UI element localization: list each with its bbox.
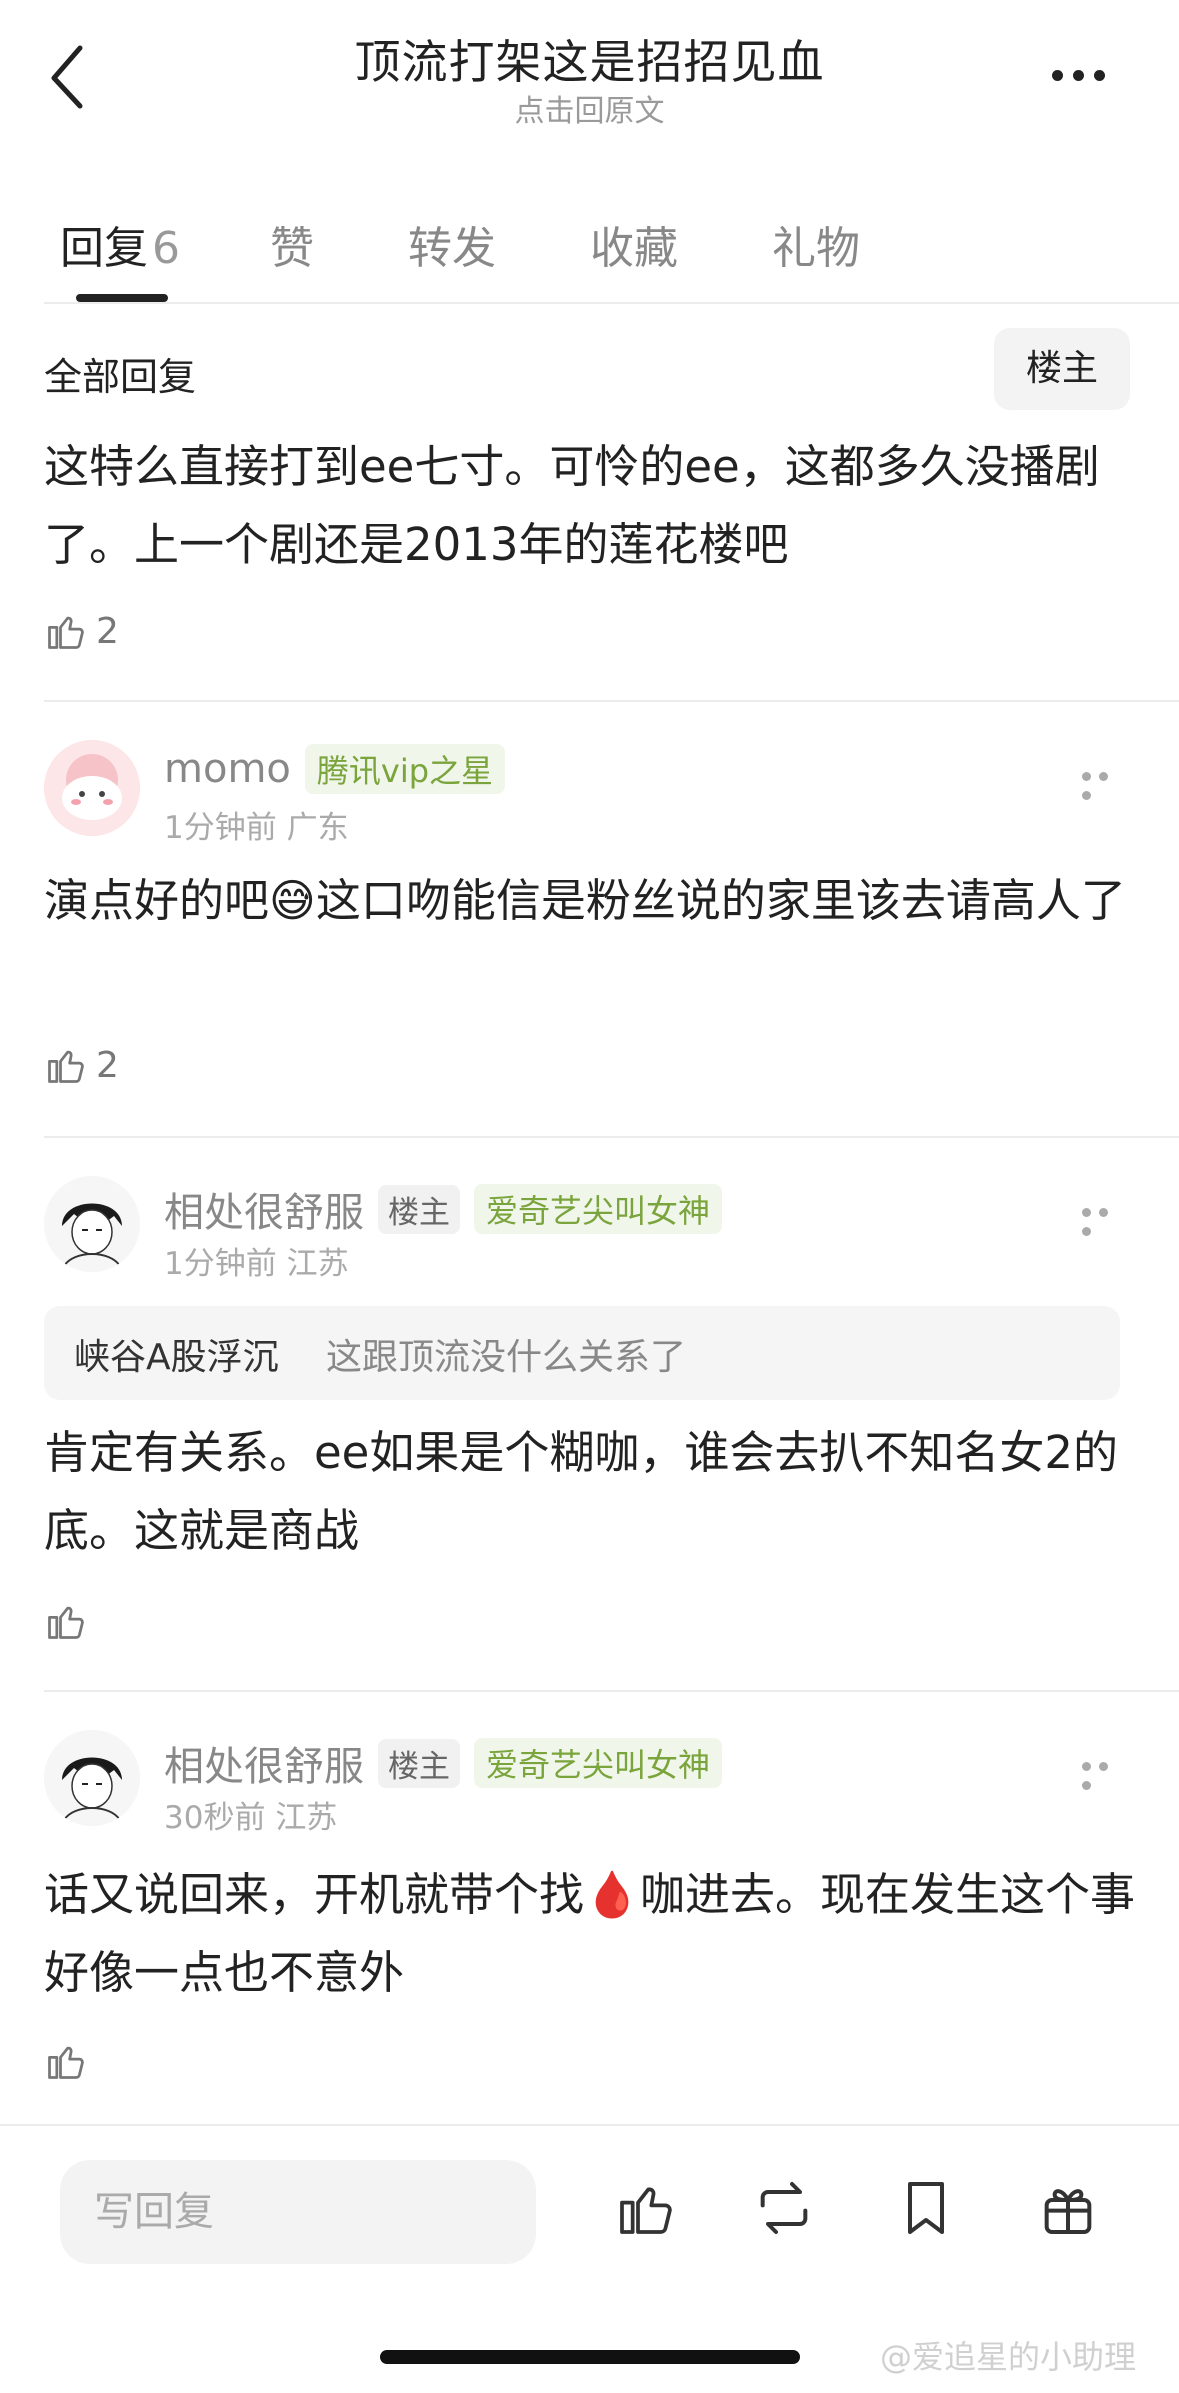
reply-text: 肯定有关系。ee如果是个糊咖，谁会去扒不知名女2的底。这就是商战 [44,1426,1119,1557]
repost-icon[interactable] [752,2176,816,2240]
page-title: 顶流打架这是招招见血 [354,35,825,89]
more-icon[interactable] [1052,66,1116,82]
like-button[interactable] [44,1596,244,1646]
quoted-text: 这跟顶流没什么关系了 [326,1337,687,1378]
reply-author[interactable]: 相处很舒服 楼主 爱奇艺尖叫女神 [164,1734,723,1792]
view-original-link[interactable]: 点击回原文 [0,86,1179,130]
home-indicator [380,2350,800,2364]
divider [44,302,1179,304]
quoted-username: 峡谷A股浮沉 [74,1337,279,1378]
vip-badge: 爱奇艺尖叫女神 [474,1184,723,1234]
divider [44,1136,1179,1138]
username: 相处很舒服 [164,1744,364,1790]
section-title: 全部回复 [44,355,197,399]
reply-meta: 1分钟前 广东 [164,802,349,847]
thumbs-up-icon [48,616,84,649]
thumbs-up-icon[interactable] [614,2176,678,2240]
quoted-reply[interactable]: 峡谷A股浮沉 这跟顶流没什么关系了 [44,1306,1120,1400]
thumbs-up-icon [48,1606,84,1639]
reply-author[interactable]: momo 腾讯vip之星 [164,744,506,794]
op-badge: 楼主 [378,1184,460,1234]
op-badge: 楼主 [378,1738,460,1788]
active-tab-indicator [76,294,168,302]
reply-author[interactable]: 相处很舒服 楼主 爱奇艺尖叫女神 [164,1180,723,1238]
username: momo [164,746,291,792]
tab-label: 回复 [60,223,148,274]
reply-location: 江苏 [275,1800,338,1836]
tab-replies[interactable]: 回复6 [60,212,180,276]
bookmark-icon[interactable] [894,2176,958,2240]
tab-gifts[interactable]: 礼物 [772,212,860,276]
username: 相处很舒服 [164,1190,364,1236]
like-button[interactable]: 2 [44,606,244,656]
thumbs-up-icon [48,1050,84,1083]
like-count: 2 [96,1044,119,1086]
reply-more-icon[interactable] [1082,1756,1132,1790]
reply-more-icon[interactable] [1082,1202,1132,1236]
reply-location: 江苏 [286,1246,349,1282]
like-button[interactable] [44,2036,244,2086]
tab-favorites[interactable]: 收藏 [590,212,678,276]
reply-count: 6 [152,223,180,274]
avatar[interactable] [44,740,140,836]
reply-time: 1分钟前 [164,810,277,846]
reply-location: 广东 [286,810,349,846]
gift-icon[interactable] [1036,2176,1100,2240]
reply-more-icon[interactable] [1082,766,1132,800]
reply-time: 30秒前 [164,1800,266,1836]
reply-time: 1分钟前 [164,1246,277,1282]
vip-badge: 爱奇艺尖叫女神 [474,1738,723,1788]
vip-badge: 腾讯vip之星 [304,744,506,794]
avatar[interactable] [44,1176,140,1272]
like-button[interactable]: 2 [44,1040,244,1090]
op-only-filter-button[interactable]: 楼主 [994,328,1130,410]
watermark: @爱追星的小助理 [880,2338,1137,2376]
reply-text: 演点好的吧😅这口吻能信是粉丝说的家里该去请高人了 [44,874,1126,927]
bottom-bar-divider [0,2124,1179,2126]
avatar[interactable] [44,1730,140,1826]
reply-text: 话又说回来，开机就带个找🩸咖进去。现在发生这个事好像一点也不意外 [44,1868,1136,1999]
tab-reposts[interactable]: 转发 [408,212,496,276]
tab-likes[interactable]: 赞 [270,212,314,276]
like-count: 2 [96,610,119,652]
divider [44,700,1179,702]
reply-input[interactable]: 写回复 [60,2160,536,2264]
thumbs-up-icon [48,2046,84,2079]
main-post-text: 这特么直接打到ee七寸。可怜的ee，这都多久没播剧了。上一个剧还是2013年的莲… [44,440,1100,571]
reply-meta: 30秒前 江苏 [164,1792,337,1837]
divider [44,1690,1179,1692]
reply-meta: 1分钟前 江苏 [164,1238,349,1283]
